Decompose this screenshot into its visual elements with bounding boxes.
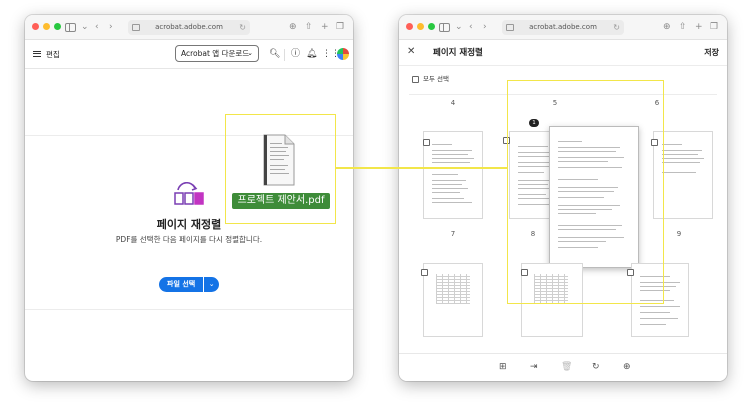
tabs-overview-icon[interactable]: ❐ [710,21,718,33]
close-icon[interactable]: ✕ [407,46,415,58]
share-icon[interactable]: ⇧ [305,21,313,33]
divider [399,65,727,66]
forward-icon[interactable]: › [109,21,113,33]
acrobat-app-bar: 편집 Acrobat 앱 다운로드 ⌄ 🔍︎ ⓘ 🔔︎ ⋮⋮ [25,41,353,69]
address-bar[interactable]: acrobat.adobe.com ↻ [502,20,624,35]
select-all-row[interactable]: 모두 선택 [412,74,449,84]
reload-icon[interactable]: ↻ [239,21,246,34]
organize-description: PDF를 선택한 다음 페이지를 다시 정렬합니다. [115,235,263,244]
avatar[interactable] [337,48,349,60]
page-number: 4 [450,99,456,107]
chevron-down-icon[interactable]: ⌄ [81,21,89,33]
page-thumbnail[interactable] [423,131,483,219]
page-number: 9 [676,230,682,238]
right-titlebar: ⌄ ‹ › acrobat.adobe.com ↻ ⊕ ⇧ + ❐ [399,15,727,40]
search-icon[interactable]: 🔍︎ [269,49,280,60]
select-all-checkbox[interactable] [412,75,419,83]
page-toolbar: ⊞ ⇥ 🗑︎ ↻ ⊕ [399,353,727,381]
page-checkbox[interactable] [423,139,430,146]
back-icon[interactable]: ‹ [95,21,99,33]
page-number: 7 [450,230,456,238]
address-text: acrobat.adobe.com [529,23,597,31]
screen: ⌄ ‹ › acrobat.adobe.com ↻ ⊕ ⇧ + ❐ 편집 Acr… [0,0,750,413]
zoom-window-button[interactable] [54,23,61,30]
new-tab-icon[interactable]: + [321,21,329,33]
window-controls [406,23,435,30]
tabs-overview-icon[interactable]: ❐ [336,21,344,33]
download-icon[interactable]: ⊕ [663,21,671,33]
divider [25,309,353,310]
organize-title: 페이지 재정렬 [433,48,483,58]
download-app-label: Acrobat 앱 다운로드 [181,49,250,58]
share-icon[interactable]: ⇧ [679,21,687,33]
page-checkbox[interactable] [421,269,428,276]
minimize-window-button[interactable] [43,23,50,30]
notification-bell-icon[interactable]: 🔔︎ [306,49,317,60]
organize-pages-icon [174,182,204,205]
new-tab-icon[interactable]: + [695,21,703,33]
highlight-connector-line [336,167,508,169]
highlight-drop-target [507,80,664,304]
dragged-file-name: 프로젝트 제안서.pdf [232,193,330,209]
delete-icon[interactable]: 🗑︎ [561,362,572,373]
address-bar[interactable]: acrobat.adobe.com ↻ [128,20,250,35]
insert-page-icon[interactable]: ⊞ [499,362,507,373]
sidebar-icon[interactable] [439,23,450,32]
window-controls [32,23,61,30]
download-icon[interactable]: ⊕ [289,21,297,33]
left-titlebar: ⌄ ‹ › acrobat.adobe.com ↻ ⊕ ⇧ + ❐ [25,15,353,40]
select-file-button[interactable]: 파일 선택 [159,277,204,292]
edit-menu[interactable]: 편집 [46,48,60,62]
close-window-button[interactable] [32,23,39,30]
address-text: acrobat.adobe.com [155,23,223,31]
minimize-window-button[interactable] [417,23,424,30]
help-icon[interactable]: ⓘ [291,49,300,60]
back-icon[interactable]: ‹ [469,21,473,33]
select-file-button-group: 파일 선택 ⌄ [159,277,220,292]
pdf-file-icon[interactable] [261,134,296,186]
menu-icon[interactable] [33,51,41,57]
download-app-button[interactable]: Acrobat 앱 다운로드 ⌄ [175,45,259,62]
forward-icon[interactable]: › [483,21,487,33]
save-button[interactable]: 저장 [704,47,719,59]
reload-icon[interactable]: ↻ [613,21,620,34]
zoom-in-icon[interactable]: ⊕ [623,362,631,373]
sidebar-icon[interactable] [65,23,76,32]
zoom-window-button[interactable] [428,23,435,30]
table-preview [436,274,470,304]
chevron-down-icon[interactable]: ⌄ [455,21,463,33]
rotate-icon[interactable]: ↻ [592,362,600,373]
extract-page-icon[interactable]: ⇥ [530,362,538,373]
divider [284,49,285,61]
page-thumbnail[interactable] [423,263,483,337]
select-all-label: 모두 선택 [423,75,449,83]
chevron-down-icon: ⌄ [247,49,253,57]
close-window-button[interactable] [406,23,413,30]
select-file-dropdown-button[interactable]: ⌄ [204,277,220,292]
